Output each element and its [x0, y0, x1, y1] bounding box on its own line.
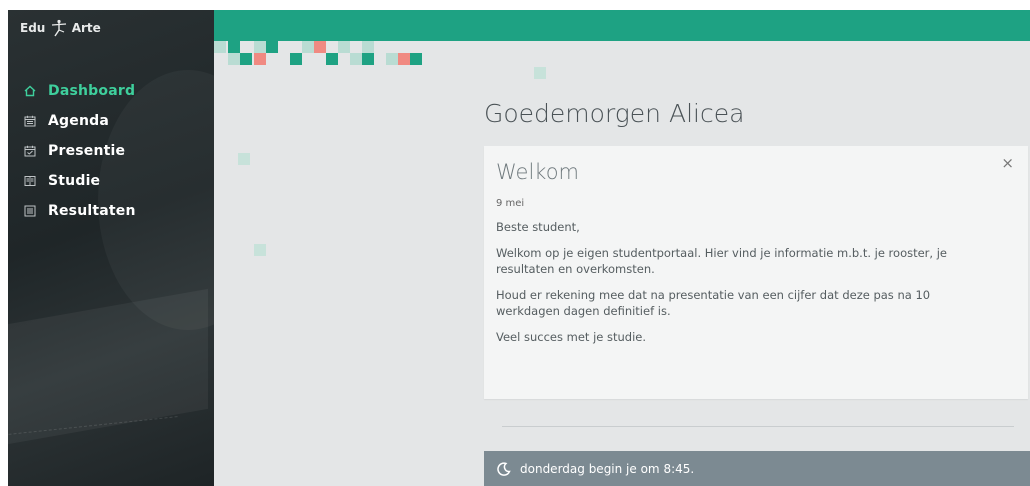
- decorative-pixel: [398, 53, 410, 65]
- logo-text-left: Edu: [20, 21, 46, 35]
- sidebar: Edu Arte Dashboard Agenda Presentie Stud…: [8, 10, 214, 486]
- decorative-pixel: [254, 53, 266, 65]
- sidebar-item-label: Presentie: [48, 143, 126, 159]
- sidebar-item-agenda[interactable]: Agenda: [8, 106, 214, 136]
- decorative-pixel: [228, 53, 240, 65]
- decorative-pixel: [350, 53, 362, 65]
- decorative-pixel: [386, 53, 398, 65]
- card-date: 9 mei: [496, 198, 525, 209]
- sidebar-item-label: Resultaten: [48, 203, 136, 219]
- calendar-check-icon: [24, 145, 36, 157]
- decorative-pixel: [326, 53, 338, 65]
- decorative-pixel: [534, 67, 546, 79]
- sidebar-item-presentie[interactable]: Presentie: [8, 136, 214, 166]
- divider: [502, 426, 1014, 427]
- decorative-pixel: [314, 41, 326, 53]
- card-paragraph: Houd er rekening mee dat na presentatie …: [496, 288, 931, 318]
- logo-text-right: Arte: [71, 21, 101, 35]
- decorative-pixel: [290, 53, 302, 65]
- card-paragraph: Welkom op je eigen studentportaal. Hier …: [496, 246, 947, 276]
- book-icon: [24, 175, 36, 187]
- decorative-pixel: [410, 53, 422, 65]
- sidebar-item-label: Agenda: [48, 113, 109, 129]
- decorative-pixel: [266, 41, 278, 53]
- sidebar-item-studie[interactable]: Studie: [8, 166, 214, 196]
- card-body: Beste student, Welkom op je eigen studen…: [496, 219, 986, 355]
- decorative-pixel: [240, 53, 252, 65]
- decorative-pixel: [254, 244, 266, 256]
- card-title: Welkom: [496, 160, 580, 184]
- card-paragraph: Veel succes met je studie.: [496, 330, 647, 344]
- schedule-notice: donderdag begin je om 8:45.: [484, 451, 1030, 486]
- decorative-pixel: [302, 41, 314, 53]
- app-frame: Edu Arte Dashboard Agenda Presentie Stud…: [8, 10, 1030, 486]
- decorative-pixel: [362, 53, 374, 65]
- home-icon: [24, 85, 36, 97]
- top-bar: [214, 10, 1030, 41]
- decorative-pixel: [362, 41, 374, 53]
- decorative-pixel: [238, 153, 250, 165]
- decorative-pixel: [228, 41, 240, 53]
- sidebar-item-dashboard[interactable]: Dashboard: [8, 76, 214, 106]
- decorative-pixel: [214, 41, 226, 53]
- sidebar-nav: Dashboard Agenda Presentie Studie Result…: [8, 76, 214, 226]
- dancer-logo-icon: [51, 19, 66, 37]
- list-icon: [24, 205, 36, 217]
- sidebar-item-label: Studie: [48, 173, 101, 189]
- calendar-icon: [24, 115, 36, 127]
- page-title: Goedemorgen Alicea: [484, 99, 745, 128]
- card-paragraph: Beste student,: [496, 220, 580, 234]
- close-icon[interactable]: ×: [1001, 154, 1014, 172]
- main-content: Goedemorgen Alicea × Welkom 9 mei Beste …: [214, 41, 1030, 486]
- decorative-pixel: [338, 41, 350, 53]
- decorative-pixel: [254, 41, 266, 53]
- notice-text: donderdag begin je om 8:45.: [520, 461, 695, 476]
- welcome-card: × Welkom 9 mei Beste student, Welkom op …: [484, 146, 1028, 399]
- background-photo-shade: [8, 288, 208, 452]
- sidebar-item-label: Dashboard: [48, 83, 136, 99]
- sidebar-item-resultaten[interactable]: Resultaten: [8, 196, 214, 226]
- moon-icon: [497, 461, 511, 476]
- app-logo[interactable]: Edu Arte: [20, 19, 101, 37]
